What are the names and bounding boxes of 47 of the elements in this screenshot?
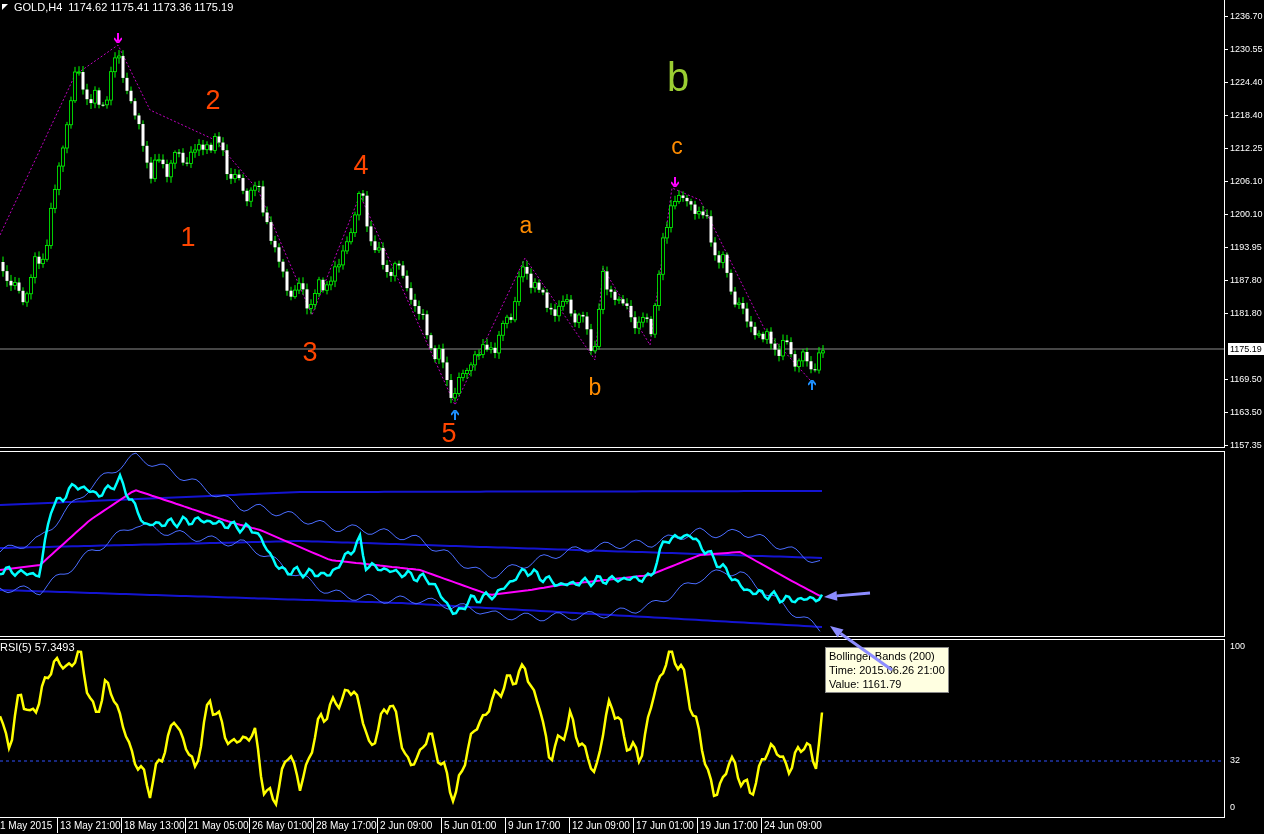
triangle-icon	[2, 4, 8, 10]
axis-label: 1236.70	[1225, 10, 1263, 22]
time-label: 18 May 13:00	[121, 818, 185, 833]
tooltip-text: Bollinger Bands (200)	[829, 649, 936, 663]
wave-label: c	[671, 134, 683, 158]
wave-label: 2	[205, 86, 221, 114]
axis-label: 1230.55	[1225, 43, 1263, 55]
axis-label: 1224.40	[1225, 76, 1263, 88]
symbol-label: GOLD,H4	[14, 1, 63, 13]
wave-label: b	[666, 57, 690, 97]
time-label: 26 May 01:00	[249, 818, 313, 833]
axis-label: 1181.80	[1225, 307, 1262, 319]
axis-label: 1169.50	[1225, 373, 1262, 385]
axis-label: 100	[1230, 641, 1246, 651]
time-label: 24 Jun 09:00	[761, 818, 825, 833]
current-price-label: 1175.19	[1228, 343, 1264, 355]
time-label: 1 May 2015	[0, 819, 54, 833]
axis-label: 1193.95	[1225, 241, 1262, 253]
wave-label: 4	[353, 151, 369, 179]
axis-label: 32	[1230, 755, 1240, 765]
tooltip-text: Value: 1161.79	[829, 677, 903, 691]
indicator-label: RSI(5) 57.3493	[0, 641, 75, 653]
pointer-arrow	[824, 590, 871, 601]
wave-label: b	[588, 375, 602, 399]
axis-label: 1218.40	[1225, 109, 1263, 121]
time-label: 28 May 17:00	[313, 818, 377, 833]
axis-label: 0	[1230, 802, 1235, 812]
axis-label: 1206.10	[1225, 175, 1263, 187]
time-label: 2 Jun 09:00	[377, 818, 441, 833]
wave-label: 3	[302, 338, 318, 366]
time-label: 13 May 21:00	[57, 818, 121, 833]
time-label: 17 Jun 01:00	[633, 818, 697, 833]
axis-label: 1157.35	[1225, 439, 1262, 451]
wave-label: a	[519, 213, 533, 237]
time-label: 5 Jun 01:00	[441, 818, 505, 833]
tooltip-text: Time: 2015.06.26 21:00	[829, 663, 945, 677]
time-label: 9 Jun 17:00	[505, 818, 569, 833]
time-label: 21 May 05:00	[185, 818, 249, 833]
wave-label: 5	[441, 419, 457, 447]
ohlc-values: 1174.62 1175.41 1173.36 1175.19	[68, 1, 234, 13]
axis-label: 1212.25	[1225, 142, 1263, 154]
axis-label: 1163.50	[1225, 406, 1262, 418]
time-label: 12 Jun 09:00	[569, 818, 633, 833]
axis-label: 1200.10	[1225, 208, 1263, 220]
axis-label: 1187.80	[1225, 274, 1262, 286]
time-label: 19 Jun 17:00	[697, 818, 761, 833]
wave-label: 1	[180, 223, 196, 251]
